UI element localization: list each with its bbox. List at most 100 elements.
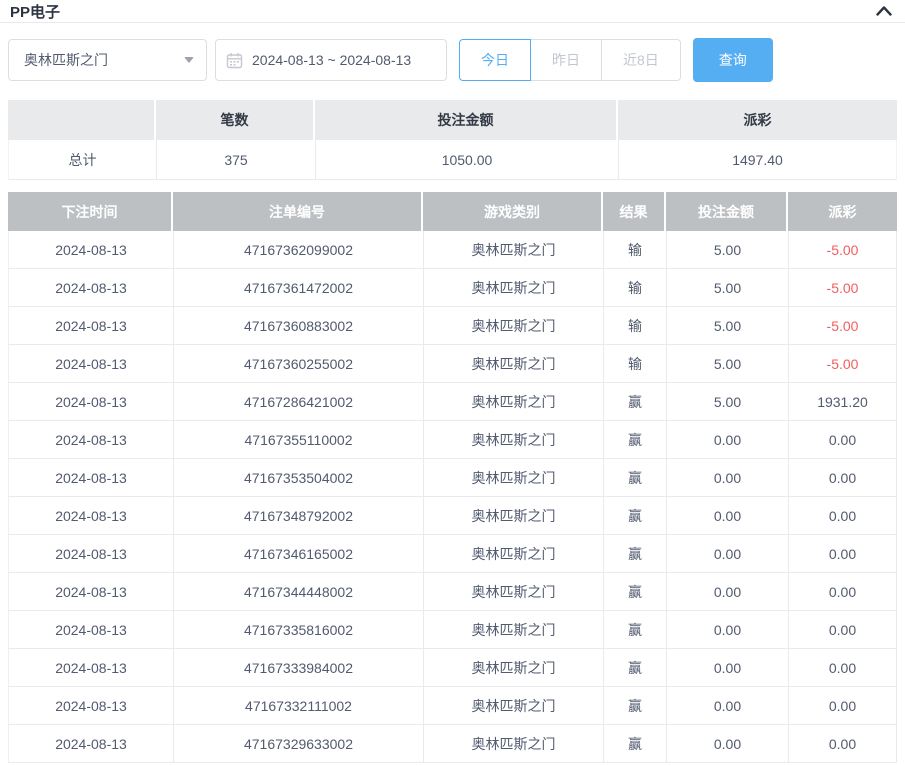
cell-payout: 1931.20 <box>789 383 897 420</box>
cell-game-type: 奥林匹斯之门 <box>424 345 604 382</box>
table-row: 2024-08-13 47167348792002 奥林匹斯之门 赢 0.00 … <box>8 497 897 535</box>
cell-bet-time: 2024-08-13 <box>9 649 174 686</box>
cell-bet-amount: 5.00 <box>667 231 789 268</box>
cell-payout: -5.00 <box>789 269 897 306</box>
cell-payout: -5.00 <box>789 345 897 382</box>
cell-result: 赢 <box>604 383 667 420</box>
cell-order-no: 47167360883002 <box>174 307 424 344</box>
cell-bet-amount: 0.00 <box>667 421 789 458</box>
quick-date-last8days[interactable]: 近8日 <box>601 39 681 81</box>
table-row: 2024-08-13 47167333984002 奥林匹斯之门 赢 0.00 … <box>8 649 897 687</box>
quick-date-today[interactable]: 今日 <box>459 39 531 81</box>
cell-result: 赢 <box>604 421 667 458</box>
collapse-button[interactable] <box>875 4 893 18</box>
cell-order-no: 47167344448002 <box>174 573 424 610</box>
table-row: 2024-08-13 47167335816002 奥林匹斯之门 赢 0.00 … <box>8 611 897 649</box>
cell-result: 赢 <box>604 687 667 724</box>
cell-payout: 0.00 <box>789 725 897 762</box>
summary-header-payout: 派彩 <box>618 100 897 140</box>
cell-result: 赢 <box>604 649 667 686</box>
cell-order-no: 47167286421002 <box>174 383 424 420</box>
summary-total-row: 总计 375 1050.00 1497.40 <box>8 140 897 180</box>
summary-header-count: 笔数 <box>156 100 315 140</box>
table-row: 2024-08-13 47167329633002 奥林匹斯之门 赢 0.00 … <box>8 725 897 763</box>
cell-result: 赢 <box>604 497 667 534</box>
game-select-value: 奥林匹斯之门 <box>24 50 108 70</box>
cell-result: 输 <box>604 231 667 268</box>
col-order-no: 注单编号 <box>173 192 423 231</box>
cell-payout: 0.00 <box>789 459 897 496</box>
cell-bet-amount: 0.00 <box>667 459 789 496</box>
table-row: 2024-08-13 47167360255002 奥林匹斯之门 输 5.00 … <box>8 345 897 383</box>
cell-bet-amount: 5.00 <box>667 269 789 306</box>
cell-payout: 0.00 <box>789 573 897 610</box>
cell-payout: 0.00 <box>789 535 897 572</box>
cell-payout: 0.00 <box>789 497 897 534</box>
cell-bet-amount: 5.00 <box>667 345 789 382</box>
table-row: 2024-08-13 47167344448002 奥林匹斯之门 赢 0.00 … <box>8 573 897 611</box>
cell-game-type: 奥林匹斯之门 <box>424 269 604 306</box>
summary-header-empty <box>8 100 156 140</box>
cell-payout: -5.00 <box>789 307 897 344</box>
date-range-picker[interactable]: 2024-08-13 ~ 2024-08-13 <box>215 39 447 81</box>
pp-games-panel: PP电子 奥林匹斯之门 <box>0 0 905 766</box>
cell-order-no: 47167362099002 <box>174 231 424 268</box>
cell-game-type: 奥林匹斯之门 <box>424 459 604 496</box>
cell-result: 赢 <box>604 725 667 762</box>
cell-bet-amount: 5.00 <box>667 307 789 344</box>
cell-bet-time: 2024-08-13 <box>9 307 174 344</box>
cell-bet-time: 2024-08-13 <box>9 421 174 458</box>
cell-result: 赢 <box>604 459 667 496</box>
bets-header-row: 下注时间 注单编号 游戏类别 结果 投注金额 派彩 <box>8 192 897 231</box>
cell-bet-time: 2024-08-13 <box>9 535 174 572</box>
chevron-down-icon <box>184 57 194 63</box>
col-result: 结果 <box>603 192 666 231</box>
cell-bet-time: 2024-08-13 <box>9 687 174 724</box>
quick-date-group: 今日 昨日 近8日 <box>459 39 681 81</box>
cell-order-no: 47167329633002 <box>174 725 424 762</box>
cell-payout: 0.00 <box>789 611 897 648</box>
filter-bar: 奥林匹斯之门 2024-08-13 ~ 2024-08-13 <box>8 38 897 82</box>
cell-result: 输 <box>604 345 667 382</box>
col-payout: 派彩 <box>788 192 897 231</box>
cell-game-type: 奥林匹斯之门 <box>424 687 604 724</box>
cell-game-type: 奥林匹斯之门 <box>424 231 604 268</box>
cell-order-no: 47167361472002 <box>174 269 424 306</box>
cell-bet-time: 2024-08-13 <box>9 497 174 534</box>
cell-bet-time: 2024-08-13 <box>9 459 174 496</box>
table-row: 2024-08-13 47167286421002 奥林匹斯之门 赢 5.00 … <box>8 383 897 421</box>
cell-bet-amount: 0.00 <box>667 497 789 534</box>
table-row: 2024-08-13 47167361472002 奥林匹斯之门 输 5.00 … <box>8 269 897 307</box>
cell-payout: 0.00 <box>789 421 897 458</box>
cell-game-type: 奥林匹斯之门 <box>424 535 604 572</box>
cell-game-type: 奥林匹斯之门 <box>424 649 604 686</box>
table-row: 2024-08-13 47167362099002 奥林匹斯之门 输 5.00 … <box>8 231 897 269</box>
cell-order-no: 47167360255002 <box>174 345 424 382</box>
query-button[interactable]: 查询 <box>693 38 773 82</box>
cell-result: 输 <box>604 269 667 306</box>
bets-table-body: 2024-08-13 47167362099002 奥林匹斯之门 输 5.00 … <box>8 231 897 763</box>
quick-date-yesterday[interactable]: 昨日 <box>530 39 602 81</box>
cell-game-type: 奥林匹斯之门 <box>424 725 604 762</box>
table-row: 2024-08-13 47167355110002 奥林匹斯之门 赢 0.00 … <box>8 421 897 459</box>
cell-bet-time: 2024-08-13 <box>9 383 174 420</box>
summary-total-bet-amount: 1050.00 <box>316 140 619 179</box>
summary-header-row: 笔数 投注金额 派彩 <box>8 100 897 140</box>
summary-total-label: 总计 <box>9 140 157 179</box>
summary-total-payout: 1497.40 <box>619 140 896 179</box>
panel-header: PP电子 <box>0 0 905 23</box>
table-row: 2024-08-13 47167332111002 奥林匹斯之门 赢 0.00 … <box>8 687 897 725</box>
cell-order-no: 47167348792002 <box>174 497 424 534</box>
cell-bet-time: 2024-08-13 <box>9 573 174 610</box>
bets-table: 下注时间 注单编号 游戏类别 结果 投注金额 派彩 2024-08-13 471… <box>8 192 897 763</box>
cell-order-no: 47167335816002 <box>174 611 424 648</box>
cell-bet-amount: 0.00 <box>667 535 789 572</box>
game-select[interactable]: 奥林匹斯之门 <box>8 39 207 81</box>
cell-game-type: 奥林匹斯之门 <box>424 421 604 458</box>
summary-table: 笔数 投注金额 派彩 总计 375 1050.00 1497.40 <box>8 100 897 180</box>
cell-game-type: 奥林匹斯之门 <box>424 573 604 610</box>
cell-bet-amount: 0.00 <box>667 611 789 648</box>
cell-bet-time: 2024-08-13 <box>9 269 174 306</box>
cell-result: 赢 <box>604 535 667 572</box>
chevron-up-icon <box>875 4 893 18</box>
